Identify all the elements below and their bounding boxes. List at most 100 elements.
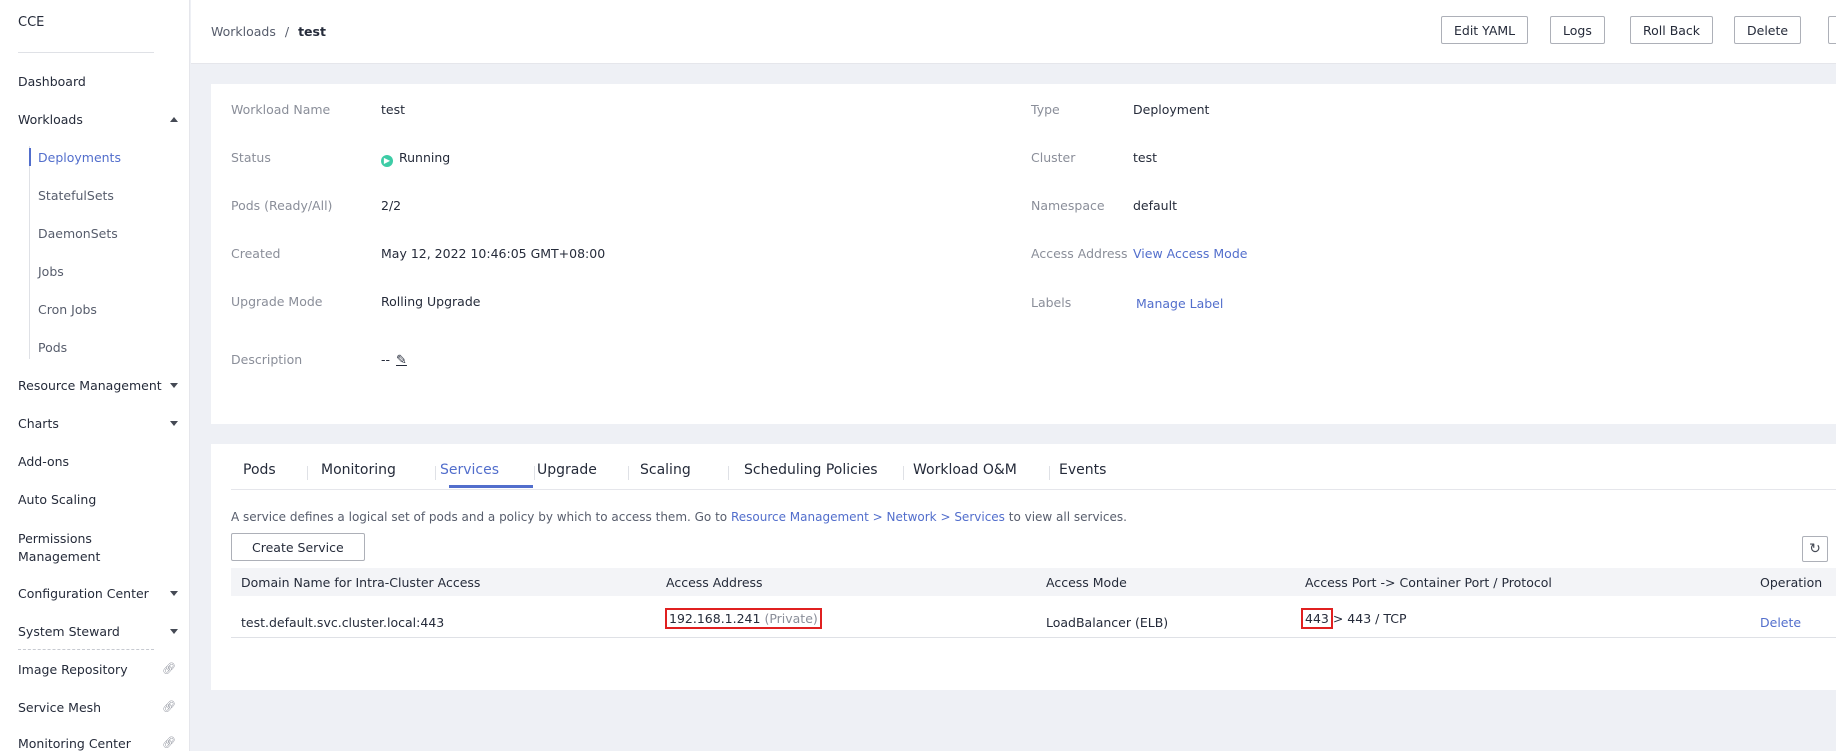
row-divider [231, 637, 1836, 638]
sidebar-item-jobs[interactable]: Jobs [38, 264, 64, 279]
subnav-active-indicator [29, 148, 31, 166]
sidebar-item-configuration-center[interactable]: Configuration Center [18, 586, 178, 601]
sidebar-item-image-repository[interactable]: Image Repository 🔗︎ [18, 662, 178, 677]
sidebar-item-label: Dashboard [18, 74, 86, 89]
workload-tabs-card: Pods Monitoring Services Upgrade Scaling… [211, 444, 1836, 690]
tab-events[interactable]: Events [1059, 462, 1106, 478]
description-text: -- [381, 352, 391, 367]
divider [18, 52, 154, 53]
sidebar-item-cron-jobs[interactable]: Cron Jobs [38, 302, 97, 317]
highlight-box: 443 [1301, 608, 1333, 629]
workload-name-label: Workload Name [231, 102, 331, 117]
sidebar-item-add-ons[interactable]: Add-ons [18, 454, 178, 469]
breadcrumb-separator: / [284, 24, 290, 39]
cluster-value: test [1133, 150, 1158, 165]
breadcrumb-workloads[interactable]: Workloads [211, 24, 276, 39]
column-header: Domain Name for Intra-Cluster Access [241, 575, 481, 590]
description-value: -- ✎ [381, 352, 407, 368]
running-status-icon: ▶ [381, 155, 393, 167]
external-link-icon: 🔗︎ [162, 736, 176, 749]
active-tab-indicator [449, 485, 533, 488]
type-value: Deployment [1133, 102, 1210, 117]
created-label: Created [231, 246, 281, 261]
edit-pencil-icon[interactable]: ✎ [396, 353, 407, 368]
tab-separator [728, 466, 729, 480]
edit-yaml-button[interactable]: Edit YAML [1441, 16, 1529, 44]
sidebar-item-deployments[interactable]: Deployments [38, 150, 121, 165]
sidebar-item-label: Monitoring Center [18, 736, 131, 751]
sidebar-item-monitoring-center[interactable]: Monitoring Center 🔗︎ [18, 736, 178, 751]
breadcrumb: Workloads / test [211, 24, 326, 39]
network-services-link[interactable]: Resource Management > Network > Services [731, 510, 1005, 524]
divider [18, 649, 154, 650]
tab-monitoring[interactable]: Monitoring [321, 462, 396, 478]
roll-back-button[interactable]: Roll Back [1630, 16, 1714, 44]
table-header: Domain Name for Intra-Cluster Access Acc… [231, 568, 1836, 596]
sidebar: CCE Dashboard Workloads Deployments Stat… [0, 0, 190, 751]
column-header: Access Mode [1046, 575, 1127, 590]
sidebar-item-pods[interactable]: Pods [38, 340, 67, 355]
status-label: Status [231, 150, 271, 165]
type-label: Type [1031, 102, 1060, 117]
intro-text: A service defines a logical set of pods … [231, 510, 731, 524]
access-address-value: View Access Mode [1133, 246, 1247, 261]
tab-workload-om[interactable]: Workload O&M [913, 462, 1017, 478]
column-header: Access Port -> Container Port / Protocol [1305, 575, 1552, 590]
tab-separator [307, 466, 308, 480]
tab-separator [534, 466, 535, 480]
tab-upgrade[interactable]: Upgrade [537, 462, 597, 478]
tab-bar: Pods Monitoring Services Upgrade Scaling… [231, 460, 1836, 490]
view-access-mode-link[interactable]: View Access Mode [1133, 246, 1247, 261]
operation-cell: Delete [1760, 615, 1801, 630]
pods-label: Pods (Ready/All) [231, 198, 333, 213]
workload-details-card: Workload Name test Status ▶ Running Pods … [211, 84, 1836, 424]
intro-text: to view all services. [1004, 510, 1127, 524]
tab-scheduling-policies[interactable]: Scheduling Policies [744, 462, 878, 478]
sidebar-item-dashboard[interactable]: Dashboard [18, 74, 178, 89]
column-header: Operation [1760, 575, 1823, 590]
chevron-down-icon [170, 421, 178, 426]
tab-services[interactable]: Services [440, 462, 499, 478]
workload-name-value: test [381, 102, 406, 117]
services-intro: A service defines a logical set of pods … [231, 510, 1127, 524]
port-cell: 443 > 443 / TCP [1301, 608, 1407, 629]
chevron-down-icon [170, 629, 178, 634]
created-value: May 12, 2022 10:46:05 GMT+08:00 [381, 246, 606, 261]
sidebar-item-resource-management[interactable]: Resource Management [18, 378, 178, 393]
create-service-button[interactable]: Create Service [231, 533, 365, 561]
delete-service-link[interactable]: Delete [1760, 615, 1801, 630]
labels-value: Manage Label [1136, 296, 1223, 311]
sidebar-item-service-mesh[interactable]: Service Mesh 🔗︎ [18, 700, 178, 715]
external-link-icon: 🔗︎ [162, 662, 176, 675]
brand-title: CCE [18, 15, 45, 30]
tab-pods[interactable]: Pods [243, 462, 276, 478]
logs-button[interactable]: Logs [1550, 16, 1605, 44]
more-button[interactable] [1828, 16, 1836, 44]
sidebar-item-system-steward[interactable]: System Steward [18, 624, 178, 639]
tab-separator [903, 466, 904, 480]
chevron-down-icon [170, 591, 178, 596]
namespace-value: default [1133, 198, 1177, 213]
manage-label-link[interactable]: Manage Label [1136, 296, 1223, 311]
labels-label: Labels [1031, 295, 1072, 310]
sidebar-item-auto-scaling[interactable]: Auto Scaling [18, 492, 178, 507]
description-label: Description [231, 352, 303, 367]
tab-scaling[interactable]: Scaling [640, 462, 691, 478]
address-ip: 192.168.1.241 [669, 611, 761, 626]
tab-separator [435, 466, 436, 480]
delete-button[interactable]: Delete [1734, 16, 1802, 44]
sidebar-item-charts[interactable]: Charts [18, 416, 178, 431]
sidebar-item-workloads[interactable]: Workloads [18, 112, 178, 127]
sidebar-item-statefulsets[interactable]: StatefulSets [38, 188, 114, 203]
sidebar-item-daemonsets[interactable]: DaemonSets [38, 226, 118, 241]
sidebar-item-permissions-management[interactable]: Permissions Management [18, 530, 178, 566]
sidebar-item-label: Add-ons [18, 454, 70, 469]
refresh-icon[interactable]: ↻ [1802, 536, 1828, 562]
tab-separator [628, 466, 629, 480]
sidebar-item-label: Auto Scaling [18, 492, 97, 507]
external-link-icon: 🔗︎ [162, 700, 176, 713]
upgrade-mode-value: Rolling Upgrade [381, 294, 481, 309]
breadcrumb-current: test [298, 24, 326, 39]
access-mode-cell: LoadBalancer (ELB) [1046, 615, 1169, 630]
sidebar-item-label: Workloads [18, 112, 83, 127]
